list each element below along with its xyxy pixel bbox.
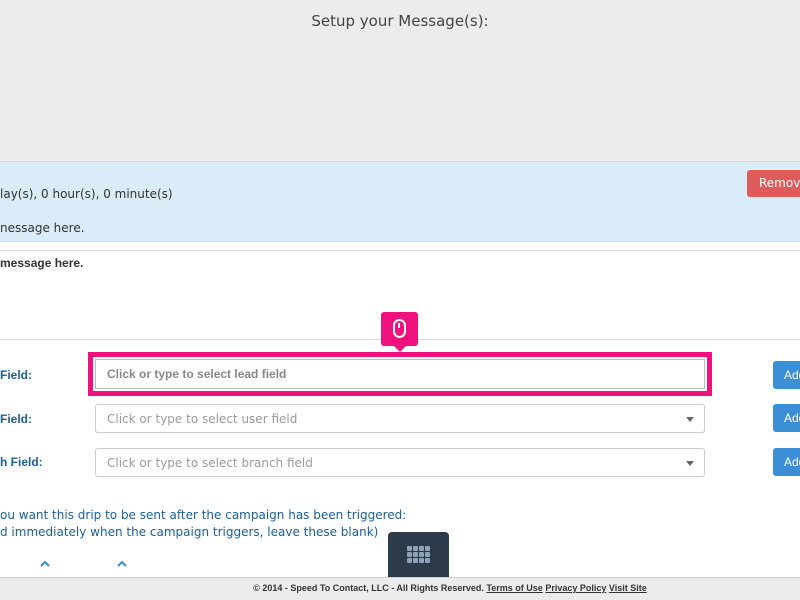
grid-icon (407, 546, 431, 564)
add-branch-field-button[interactable]: Add (773, 448, 800, 476)
add-lead-field-button[interactable]: Add (773, 361, 800, 389)
footer: © 2014 - Speed To Contact, LLC - All Rig… (0, 577, 800, 600)
app-grid-button[interactable] (388, 532, 449, 580)
chevron-up-icon[interactable] (117, 559, 127, 569)
lead-field-placeholder: Click or type to select lead field (107, 367, 287, 381)
trigger-instruction-line1: ou want this drip to be sent after the c… (0, 508, 407, 522)
branch-field-select[interactable]: Click or type to select branch field (95, 448, 705, 477)
branch-field-placeholder: Click or type to select branch field (107, 456, 313, 470)
drip-delay-text: lay(s), 0 hour(s), 0 minute(s) (0, 187, 173, 201)
page-title: Setup your Message(s): (311, 12, 489, 30)
drip-info-panel: lay(s), 0 hour(s), 0 minute(s) nessage h… (0, 162, 800, 242)
message-setup-panel: Setup your Message(s): (0, 0, 800, 162)
remove-button[interactable]: Remove (747, 170, 800, 197)
user-field-label: Field: (0, 412, 32, 426)
cursor-indicator (381, 312, 418, 352)
editor-text: message here. (0, 256, 84, 270)
chevron-up-icon[interactable] (40, 559, 50, 569)
caret-down-icon (686, 461, 694, 466)
page: Setup your Message(s): lay(s), 0 hour(s)… (0, 0, 800, 600)
privacy-policy-link[interactable]: Privacy Policy (545, 583, 606, 593)
user-field-select[interactable]: Click or type to select user field (95, 404, 705, 433)
mouse-icon (393, 319, 406, 338)
caret-down-icon (686, 417, 694, 422)
visit-site-link[interactable]: Visit Site (609, 583, 647, 593)
lead-field-label: Field: (0, 368, 32, 382)
terms-of-use-link[interactable]: Terms of Use (486, 583, 542, 593)
trigger-instruction-line2: d immediately when the campaign triggers… (0, 525, 379, 539)
lead-field-select[interactable]: Click or type to select lead field (95, 359, 705, 389)
footer-copyright: © 2014 - Speed To Contact, LLC - All Rig… (253, 583, 484, 593)
user-field-placeholder: Click or type to select user field (107, 412, 298, 426)
branch-field-label: h Field: (0, 455, 43, 469)
drip-message-preview: nessage here. (0, 221, 85, 235)
add-user-field-button[interactable]: Add (773, 404, 800, 432)
